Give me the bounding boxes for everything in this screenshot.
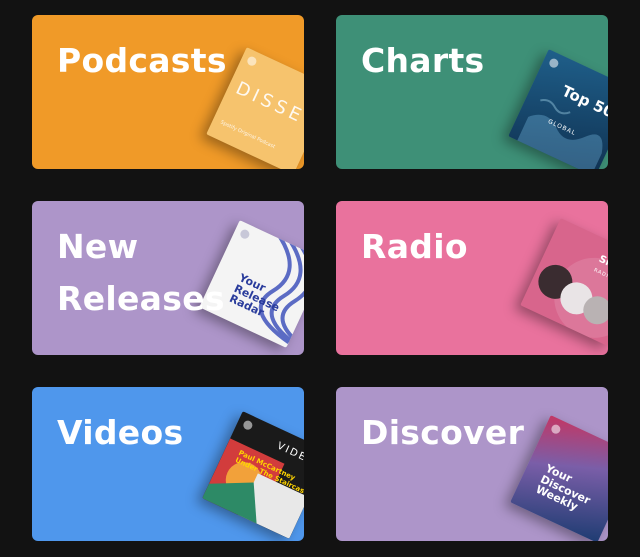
radio-cover-art: Sia RADIO [520, 218, 608, 346]
tile-podcasts[interactable]: Podcasts DISSECT Spotify Original Podcas… [32, 15, 304, 169]
cover-subtext: Spotify Original Podcast [219, 119, 276, 151]
discover-weekly-cover-art: Your Discover Weekly [510, 415, 608, 541]
artist-photos-icon [538, 257, 608, 338]
cover-text: Your Discover Weekly [533, 461, 593, 514]
tile-title: Radio [361, 227, 468, 266]
browse-grid: Podcasts DISSECT Spotify Original Podcas… [0, 0, 640, 557]
tile-title: Videos [57, 413, 184, 452]
spotify-logo-icon [245, 55, 258, 68]
tile-title: New Releases [57, 227, 225, 318]
tile-title: Discover [361, 413, 525, 452]
tile-new-releases[interactable]: New Releases Your Release Radar [32, 201, 304, 355]
tile-radio[interactable]: Radio Sia RADIO [336, 201, 608, 355]
tile-discover[interactable]: Discover Your Discover Weekly [336, 387, 608, 541]
videos-cover-art: VIDEO Paul McCartney Under The Staircase [202, 411, 304, 539]
tile-videos[interactable]: Videos VIDEO Paul McCartney Under The St… [32, 387, 304, 541]
tile-title: Charts [361, 41, 485, 80]
tile-charts[interactable]: Charts Top 50 GLOBAL [336, 15, 608, 169]
charts-cover-art: Top 50 GLOBAL [508, 49, 608, 169]
tile-title: Podcasts [57, 41, 227, 80]
spotify-logo-icon [549, 423, 562, 436]
